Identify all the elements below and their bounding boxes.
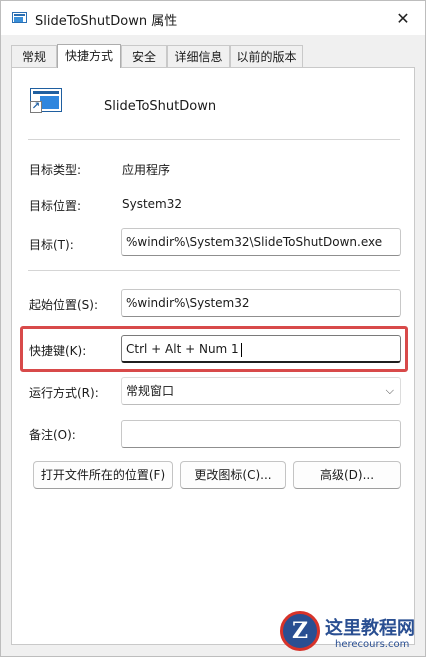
watermark: Z 这里教程网 herecours.com xyxy=(277,608,426,657)
tab-previous-versions[interactable]: 以前的版本 xyxy=(230,45,303,67)
tab-general[interactable]: 常规 xyxy=(11,45,57,67)
shortcut-app-icon: ↗ xyxy=(30,88,62,114)
tab-shortcut[interactable]: 快捷方式 xyxy=(57,44,121,68)
close-button[interactable]: ✕ xyxy=(381,1,425,35)
watermark-logo: Z xyxy=(280,611,320,651)
text-caret xyxy=(240,342,242,357)
watermark-title: 这里教程网 xyxy=(325,618,415,639)
shortcut-key-field[interactable]: Ctrl + Alt + Num 1 xyxy=(121,335,401,363)
title-bar: SlideToShutDown 属性 ✕ xyxy=(1,1,425,35)
target-field[interactable]: %windir%\System32\SlideToShutDown.exe xyxy=(121,228,401,256)
shortcut-arrow-icon: ↗ xyxy=(30,101,42,113)
tab-security[interactable]: 安全 xyxy=(121,45,167,67)
watermark-subtitle: herecours.com xyxy=(335,639,410,650)
window-title: SlideToShutDown 属性 xyxy=(35,14,178,29)
start-in-label: 起始位置(S): xyxy=(29,298,99,312)
run-select-value: 常规窗口 xyxy=(126,384,175,398)
target-type-value: 应用程序 xyxy=(122,163,171,177)
tab-details[interactable]: 详细信息 xyxy=(167,45,230,67)
run-select[interactable]: 常规窗口 ⌵ xyxy=(121,377,401,405)
shortcut-panel: ↗ SlideToShutDown 目标类型: 应用程序 目标位置: Syste… xyxy=(11,67,415,645)
chevron-down-icon: ⌵ xyxy=(385,384,394,397)
shortcut-key-label: 快捷键(K): xyxy=(29,344,87,358)
properties-window: SlideToShutDown 属性 ✕ 常规 快捷方式 安全 详细信息 以前的… xyxy=(0,0,426,657)
comment-label: 备注(O): xyxy=(29,428,76,442)
divider xyxy=(28,139,400,140)
target-location-value: System32 xyxy=(122,197,183,211)
open-file-location-button[interactable]: 打开文件所在的位置(F) xyxy=(33,461,173,489)
comment-field[interactable] xyxy=(121,420,401,448)
target-label: 目标(T): xyxy=(29,238,74,252)
target-location-label: 目标位置: xyxy=(29,199,82,213)
shortcut-key-value: Ctrl + Alt + Num 1 xyxy=(126,342,239,356)
advanced-button[interactable]: 高级(D)... xyxy=(293,461,401,489)
change-icon-button[interactable]: 更改图标(C)... xyxy=(180,461,286,489)
run-label: 运行方式(R): xyxy=(29,386,99,400)
target-type-label: 目标类型: xyxy=(29,163,82,177)
window-icon xyxy=(12,12,27,23)
divider xyxy=(28,270,400,271)
app-name: SlideToShutDown xyxy=(104,99,217,114)
start-in-field[interactable]: %windir%\System32 xyxy=(121,289,401,317)
